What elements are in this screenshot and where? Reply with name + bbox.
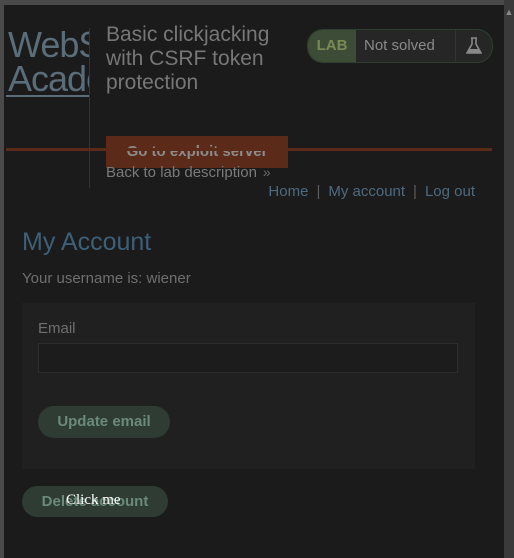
chevron-right-icon: » [262, 164, 271, 180]
email-input[interactable] [38, 343, 458, 373]
nav-separator: | [413, 183, 417, 200]
header-accent-line [6, 148, 492, 151]
back-link-label: Back to lab description [106, 164, 257, 181]
scroll-up-arrow-icon[interactable]: ▲ [504, 6, 514, 18]
nav-log-out-link[interactable]: Log out [425, 183, 475, 200]
lab-label: LAB [308, 30, 356, 62]
lab-title: Basic clickjacking with CSRF token prote… [106, 23, 270, 94]
email-label: Email [38, 320, 76, 337]
nav-my-account-link[interactable]: My account [328, 183, 405, 200]
click-me-decoy[interactable]: Click me [66, 492, 121, 509]
logo-line-2: Acade [8, 58, 90, 98]
lab-status-text: Not solved [364, 37, 435, 54]
update-email-button[interactable]: Update email [38, 406, 170, 438]
change-email-form [22, 303, 475, 469]
header-divider [89, 28, 90, 188]
username-text: Your username is: wiener [22, 270, 191, 287]
scrollbar[interactable] [504, 0, 514, 558]
logo-underline [6, 95, 90, 97]
nav-home-link[interactable]: Home [268, 183, 308, 200]
logo-line-1: WebS [8, 28, 90, 65]
lab-status-badge: LAB Not solved [307, 29, 493, 63]
back-to-lab-description-link[interactable]: Back to lab description » [106, 164, 271, 181]
top-navigation: Home | My account | Log out [268, 183, 475, 200]
web-security-academy-logo: WebS Acade [8, 28, 90, 98]
page-title: My Account [22, 228, 152, 256]
nav-separator: | [316, 183, 321, 200]
flask-icon [455, 30, 492, 62]
